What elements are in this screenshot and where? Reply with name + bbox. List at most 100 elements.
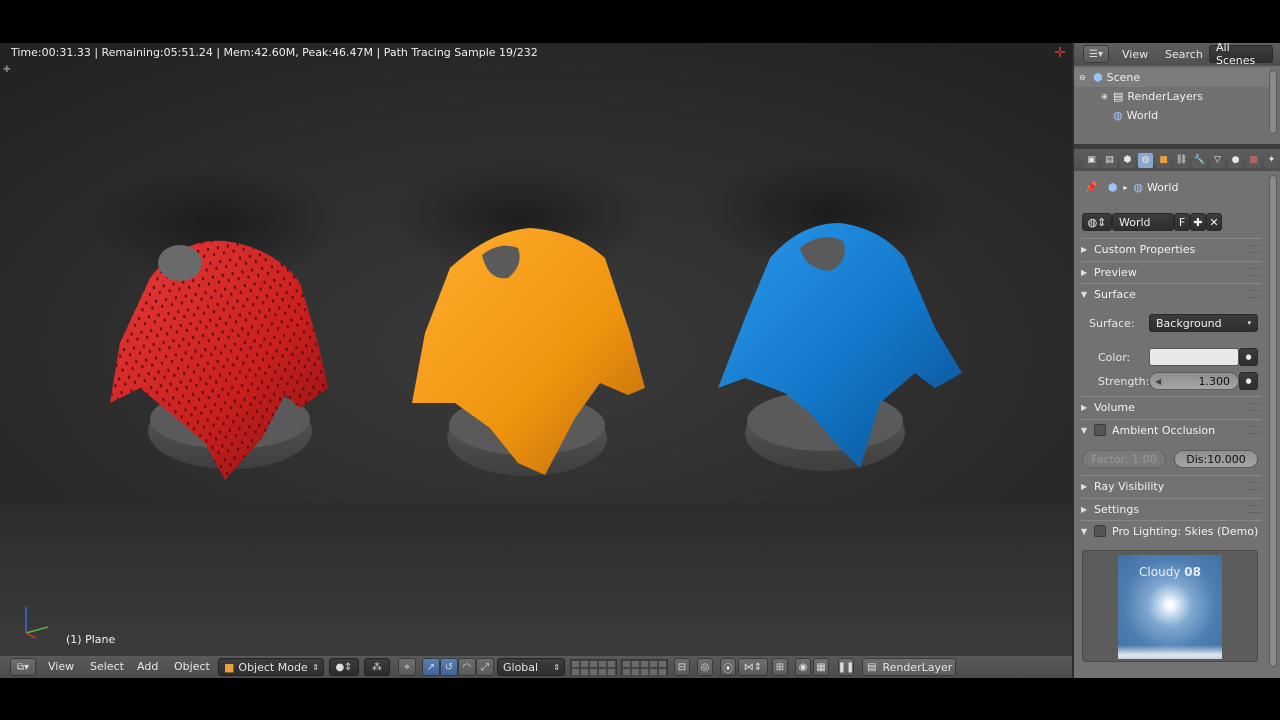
editor-type-button[interactable]: ⧉▾ <box>10 658 36 676</box>
outliner[interactable]: ⊖ ⬢ Scene ⊕ ▤ RenderLayers ◍ World <box>1074 66 1280 161</box>
layers-group-1[interactable] <box>570 659 617 676</box>
snap-target-button[interactable]: ⊞ <box>772 658 788 676</box>
modifiers-tab-icon[interactable]: 🔧 <box>1192 152 1207 168</box>
drag-grip-icon[interactable] <box>1249 482 1261 490</box>
outliner-item-scene[interactable]: ⊖ ⬢ Scene <box>1074 68 1270 87</box>
constraints-tab-icon[interactable]: ⛓ <box>1174 152 1189 168</box>
world-name-field[interactable]: World <box>1112 213 1174 231</box>
properties-editor: 📌 ⬢ ▸ ◍ World ◍⇕ World F ✚ ✕ ▶ Custom Pr… <box>1074 171 1280 678</box>
updown-icon: ⇕ <box>553 662 560 672</box>
translate-manipulator[interactable]: ↗ <box>422 658 440 676</box>
orientation-selector[interactable]: Global ⇕ <box>497 658 565 676</box>
drag-grip-icon[interactable] <box>1249 426 1261 434</box>
texture-tab-icon[interactable]: ▩ <box>1246 152 1261 168</box>
panel-ambient-occlusion[interactable]: ▼ Ambient Occlusion <box>1081 419 1261 440</box>
panel-title: Custom Properties <box>1094 242 1196 256</box>
strength-field[interactable]: ◀ 1.300 <box>1149 372 1239 390</box>
pro-lighting-checkbox[interactable] <box>1094 525 1106 537</box>
scene-tab-icon[interactable]: ⬢ <box>1120 152 1135 168</box>
manipulator-toggle[interactable]: ⌖ <box>398 658 416 676</box>
scene-icon: ⬢ <box>1093 71 1103 84</box>
renderlayers-label: RenderLayers <box>1127 90 1203 103</box>
panel-pro-lighting[interactable]: ▼ Pro Lighting: Skies (Demo) <box>1081 520 1261 541</box>
panel-settings[interactable]: ▶ Settings <box>1081 498 1261 519</box>
ao-checkbox[interactable] <box>1094 424 1106 436</box>
menu-object[interactable]: Object <box>166 660 218 673</box>
ao-factor-field[interactable]: Factor: 1.00 <box>1082 450 1166 468</box>
particles-tab-icon[interactable]: ✦ <box>1264 152 1279 168</box>
properties-vscrollbar[interactable] <box>1269 175 1277 667</box>
color-swatch[interactable] <box>1149 348 1239 366</box>
scale-manipulator[interactable]: ⤢ <box>476 658 494 676</box>
panel-title: Surface <box>1094 287 1136 301</box>
viewport-header: ⧉▾ View Select Add Object ■ Object Mode … <box>0 655 1072 678</box>
render-tab-icon[interactable]: ▣ <box>1084 152 1099 168</box>
drag-grip-icon[interactable] <box>1249 268 1261 276</box>
sky-preview-panel[interactable]: Cloudy 08 <box>1082 550 1258 662</box>
viewport-corner-widget-right[interactable]: ✛ <box>1054 45 1066 61</box>
snap-toggle[interactable]: ⦿ <box>720 658 736 676</box>
collapse-icon[interactable]: ⊖ <box>1079 73 1093 82</box>
pivot-point-button[interactable]: ⁂ <box>364 658 390 676</box>
fake-user-button[interactable]: F <box>1174 213 1190 231</box>
cube-icon: ■ <box>224 660 235 674</box>
active-object-label: (1) Plane <box>66 633 116 646</box>
menu-view[interactable]: View <box>40 660 82 673</box>
render-animation-icon[interactable]: ▦ <box>813 658 829 676</box>
panel-ray-visibility[interactable]: ▶ Ray Visibility <box>1081 475 1261 496</box>
viewport-shading-button[interactable]: ●⇕ <box>329 658 359 676</box>
panel-surface[interactable]: ▼ Surface <box>1081 283 1261 304</box>
new-world-button[interactable]: ✚ <box>1190 213 1206 231</box>
render-camera-icon[interactable]: ◉ <box>795 658 811 676</box>
outliner-menu-search[interactable]: Search <box>1165 48 1203 61</box>
menu-add[interactable]: Add <box>129 660 166 673</box>
panel-preview[interactable]: ▶ Preview <box>1081 261 1261 282</box>
unlink-world-button[interactable]: ✕ <box>1206 213 1222 231</box>
panel-title: Volume <box>1094 400 1135 414</box>
outliner-item-world[interactable]: ◍ World <box>1074 106 1270 125</box>
mode-selector[interactable]: ■ Object Mode ⇕ <box>218 658 324 676</box>
viewport-corner-widget-left[interactable]: ✚ <box>3 65 11 75</box>
drag-grip-icon[interactable] <box>1249 290 1261 298</box>
ao-factor-value: Factor: 1.00 <box>1091 452 1157 466</box>
color-link-button[interactable]: ● <box>1239 348 1258 366</box>
world-tab-icon[interactable]: ◍ <box>1138 152 1153 168</box>
outliner-display-mode[interactable]: All Scenes <box>1209 41 1273 67</box>
lock-layer-button[interactable]: ⊟ <box>674 658 690 676</box>
outliner-vscrollbar[interactable] <box>1269 70 1277 134</box>
decrement-arrow-icon[interactable]: ◀ <box>1155 377 1161 386</box>
pin-icon[interactable]: 📌 <box>1084 181 1098 194</box>
properties-tabs: ▣ ▤ ⬢ ◍ ■ ⛓ 🔧 ▽ ● ▩ ✦ <box>1074 149 1280 171</box>
rotate-manipulator[interactable]: ↺ <box>440 658 458 676</box>
outliner-editor-type[interactable]: ☰▾ <box>1083 45 1109 63</box>
outliner-item-renderlayers[interactable]: ⊕ ▤ RenderLayers <box>1074 87 1270 106</box>
material-tab-icon[interactable]: ● <box>1228 152 1243 168</box>
render-layer-label: RenderLayer <box>882 660 953 674</box>
data-tab-icon[interactable]: ▽ <box>1210 152 1225 168</box>
render-layer-selector[interactable]: ▤ RenderLayer <box>862 658 956 676</box>
layers-group-2[interactable] <box>621 659 668 676</box>
menu-select[interactable]: Select <box>82 660 132 673</box>
expand-icon[interactable]: ⊕ <box>1101 92 1113 101</box>
panel-custom-properties[interactable]: ▶ Custom Properties <box>1081 238 1261 259</box>
object-tab-icon[interactable]: ■ <box>1156 152 1171 168</box>
drag-grip-icon[interactable] <box>1249 245 1261 253</box>
sky-preview-thumbnail[interactable]: Cloudy 08 <box>1118 555 1222 659</box>
arc-manipulator[interactable]: ◠ <box>458 658 476 676</box>
drag-grip-icon[interactable] <box>1249 403 1261 411</box>
world-browse-button[interactable]: ◍⇕ <box>1082 213 1112 231</box>
ao-distance-field[interactable]: Dis:10.000 <box>1174 450 1258 468</box>
strength-link-button[interactable]: ● <box>1239 372 1258 390</box>
snap-element-selector[interactable]: ⋈⇕ <box>738 658 768 676</box>
pause-render-button[interactable]: ❚❚ <box>838 658 854 676</box>
outliner-menu-view[interactable]: View <box>1122 48 1148 61</box>
scene-icon: ⬢ <box>1107 181 1118 194</box>
proportional-edit-button[interactable]: ◎ <box>697 658 713 676</box>
3d-viewport[interactable]: Time:00:31.33 | Remaining:05:51.24 | Mem… <box>0 43 1072 655</box>
collapsed-triangle-icon: ▶ <box>1081 481 1088 491</box>
surface-shader-selector[interactable]: Background ▾ <box>1149 314 1258 332</box>
drag-grip-icon[interactable] <box>1249 505 1261 513</box>
panel-volume[interactable]: ▶ Volume <box>1081 396 1261 417</box>
letterbox-bottom <box>0 678 1280 720</box>
render-layers-tab-icon[interactable]: ▤ <box>1102 152 1117 168</box>
